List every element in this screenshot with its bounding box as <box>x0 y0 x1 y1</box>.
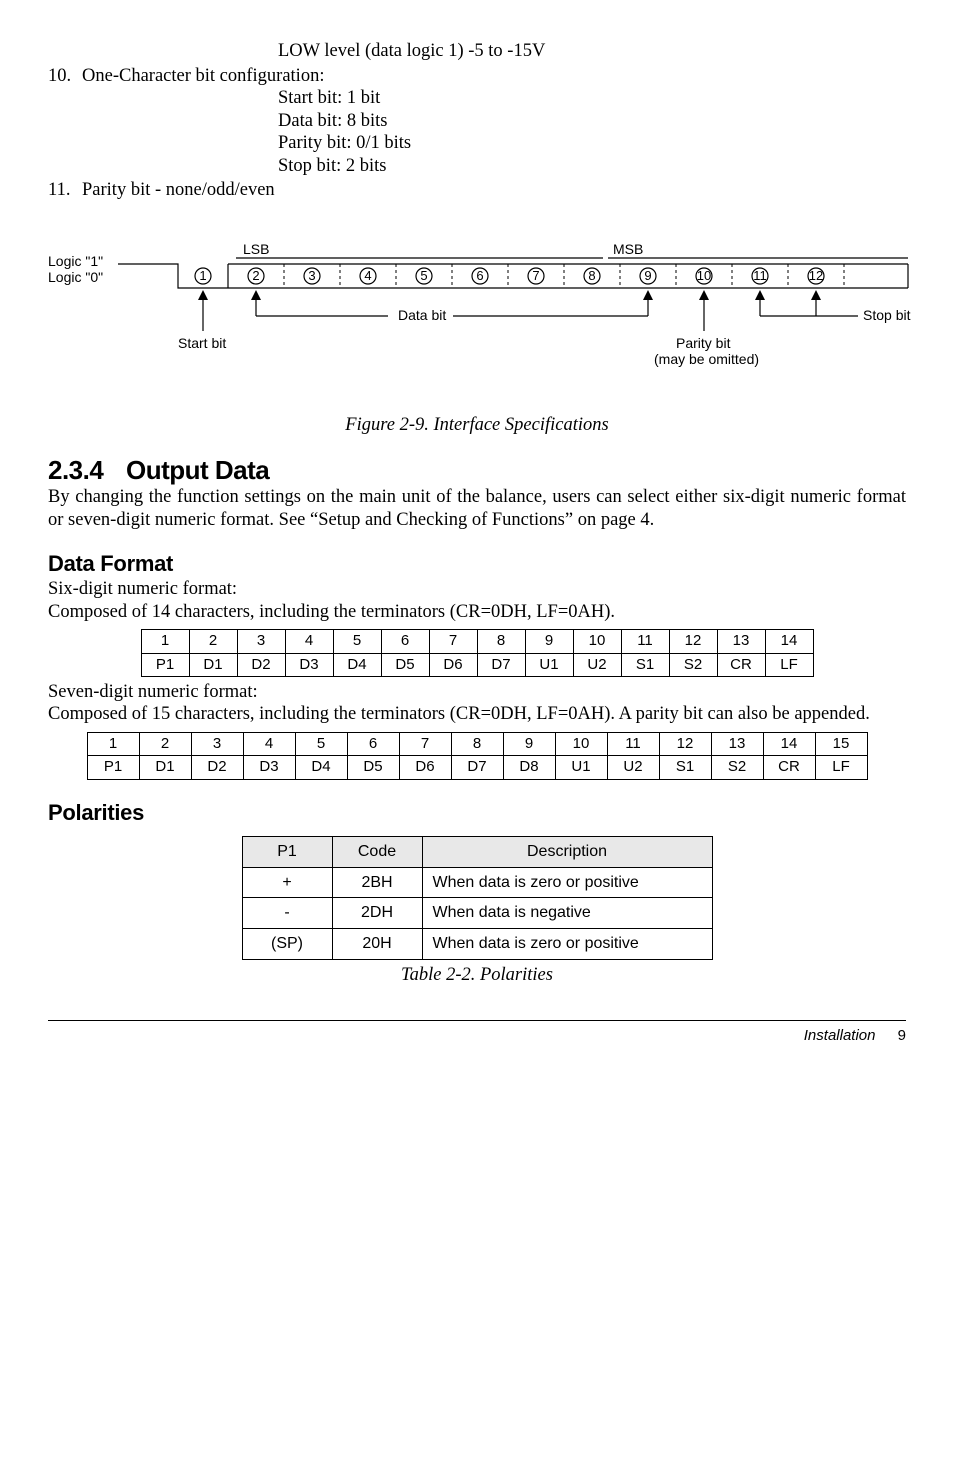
six-digit-desc: Composed of 14 characters, including the… <box>48 601 906 624</box>
svg-text:1: 1 <box>199 268 206 283</box>
data-format-heading: Data Format <box>48 551 906 578</box>
low-level-line: LOW level (data logic 1) -5 to -15V <box>48 40 906 63</box>
svg-text:12: 12 <box>809 268 823 283</box>
startbit-label: Start bit <box>178 335 226 351</box>
table-row: + 2BH When data is zero or positive <box>242 867 712 898</box>
start-bit-line: Start bit: 1 bit <box>48 87 906 110</box>
table-row: (SP) 20H When data is zero or positive <box>242 928 712 959</box>
paritybit-label: Parity bit <box>676 335 731 351</box>
figure-2-9: .t { font-family: Arial, Helvetica, sans… <box>48 236 906 437</box>
table-row: 1234567891011121314 <box>141 630 813 653</box>
polarities-heading: Polarities <box>48 800 906 827</box>
list-body-10: One-Character bit configuration: <box>82 65 906 88</box>
footer-rule <box>48 1020 906 1021</box>
section-number: 2.3.4 <box>48 455 126 487</box>
footer-page-number: 9 <box>898 1027 906 1044</box>
top-block: LOW level (data logic 1) -5 to -15V 10. … <box>48 40 906 202</box>
table-row: 123456789101112131415 <box>87 733 867 756</box>
list-num-11: 11. <box>48 179 82 202</box>
seven-digit-label: Seven-digit numeric format: <box>48 681 906 704</box>
svg-text:3: 3 <box>308 268 315 283</box>
stop-bit-line: Stop bit: 2 bits <box>48 155 906 178</box>
section-title: Output Data <box>126 455 269 485</box>
svg-text:8: 8 <box>588 268 595 283</box>
table-caption: Table 2-2. Polarities <box>48 964 906 987</box>
figure-caption: Figure 2-9. Interface Specifications <box>48 414 906 437</box>
svg-text:2: 2 <box>252 268 259 283</box>
data-bit-line: Data bit: 8 bits <box>48 110 906 133</box>
svg-text:7: 7 <box>532 268 539 283</box>
page-footer: Installation 9 <box>48 1027 906 1045</box>
table-row: - 2DH When data is negative <box>242 898 712 929</box>
svg-text:5: 5 <box>420 268 427 283</box>
svg-text:11: 11 <box>753 268 767 283</box>
omitted-label: (may be omitted) <box>654 351 759 367</box>
table-row: P1D1D2D3D4D5D6D7D8U1U2S1S2CRLF <box>87 756 867 779</box>
six-digit-label: Six-digit numeric format: <box>48 578 906 601</box>
list-body-11: Parity bit - none/odd/even <box>82 179 906 202</box>
list-num-10: 10. <box>48 65 82 88</box>
databit-label: Data bit <box>398 307 446 323</box>
list-item-11: 11. Parity bit - none/odd/even <box>48 179 906 202</box>
parity-bit-line: Parity bit: 0/1 bits <box>48 132 906 155</box>
msb-label: MSB <box>613 241 643 257</box>
list-item-10: 10. One-Character bit configuration: <box>48 65 906 88</box>
table-header-row: P1 Code Description <box>242 837 712 868</box>
section-heading: 2.3.4Output Data <box>48 455 906 487</box>
table-row: P1D1D2D3D4D5D6D7U1U2S1S2CRLF <box>141 653 813 676</box>
logic1-label: Logic "1" <box>48 253 103 269</box>
svg-text:9: 9 <box>644 268 651 283</box>
seven-digit-table: 123456789101112131415 P1D1D2D3D4D5D6D7D8… <box>87 732 868 780</box>
seven-digit-desc: Composed of 15 characters, including the… <box>48 703 906 726</box>
interface-spec-diagram: .t { font-family: Arial, Helvetica, sans… <box>48 236 918 406</box>
section-paragraph: By changing the function settings on the… <box>48 486 906 531</box>
polarities-table: P1 Code Description + 2BH When data is z… <box>242 836 713 959</box>
svg-text:4: 4 <box>364 268 371 283</box>
stopbit-label: Stop bit <box>863 307 911 323</box>
six-digit-table: 1234567891011121314 P1D1D2D3D4D5D6D7U1U2… <box>141 629 814 677</box>
logic0-label: Logic "0" <box>48 269 103 285</box>
svg-text:6: 6 <box>476 268 483 283</box>
lsb-label: LSB <box>243 241 269 257</box>
svg-text:10: 10 <box>697 268 711 283</box>
footer-section: Installation <box>804 1027 876 1044</box>
